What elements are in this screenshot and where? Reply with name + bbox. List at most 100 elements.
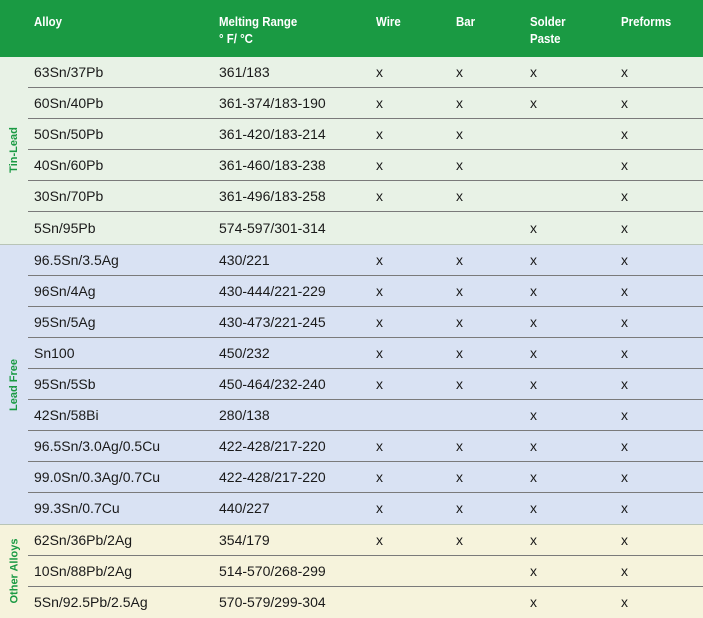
cell-bar: x xyxy=(456,438,463,455)
cell-wire: x xyxy=(376,157,383,174)
cell-alloy: 96.5Sn/3.5Ag xyxy=(34,251,119,268)
cell-alloy: 96.5Sn/3.0Ag/0.5Cu xyxy=(34,438,161,455)
cell-solder-paste: x xyxy=(530,531,537,548)
cell-bar: x xyxy=(456,157,463,174)
table-row: 95Sn/5Sb 450-464/232-240 x x x x xyxy=(28,369,703,400)
cell-alloy: 63Sn/37Pb xyxy=(34,64,104,80)
cell-preforms: x xyxy=(621,344,628,361)
cell-wire: x xyxy=(376,95,383,112)
cell-bar: x xyxy=(456,188,463,205)
cell-alloy: 10Sn/88Pb/2Ag xyxy=(34,562,133,579)
table-row: 30Sn/70Pb 361-496/183-258 x x x xyxy=(28,181,703,213)
cell-alloy: 60Sn/40Pb xyxy=(34,95,104,112)
cell-preforms: x xyxy=(621,251,628,268)
cell-melting-range: 430-473/221-245 xyxy=(219,313,326,330)
cell-alloy: 95Sn/5Ag xyxy=(34,313,96,330)
cell-preforms: x xyxy=(621,282,628,299)
cell-wire: x xyxy=(376,64,383,80)
table-row: 95Sn/5Ag 430-473/221-245 x x x x xyxy=(28,307,703,338)
header-bar: Bar xyxy=(456,14,476,29)
cell-preforms: x xyxy=(621,64,628,80)
cell-preforms: x xyxy=(621,531,628,548)
solder-alloy-table: Alloy Melting Range ° F/ °C Wire Bar Sol… xyxy=(0,0,703,618)
cell-wire: x xyxy=(376,375,383,392)
cell-alloy: 99.0Sn/0.3Ag/0.7Cu xyxy=(34,469,161,486)
cell-alloy: 30Sn/70Pb xyxy=(34,188,104,205)
cell-solder-paste: x xyxy=(530,407,537,424)
table-row: 10Sn/88Pb/2Ag 514-570/268-299 x x xyxy=(28,556,703,587)
cell-alloy: 40Sn/60Pb xyxy=(34,157,104,174)
section-label: Lead Free xyxy=(0,245,28,525)
cell-melting-range: 574-597/301-314 xyxy=(219,219,326,236)
section-label-text: Lead Free xyxy=(8,358,20,411)
cell-preforms: x xyxy=(621,500,628,517)
cell-wire: x xyxy=(376,188,383,205)
cell-preforms: x xyxy=(621,157,628,174)
cell-melting-range: 450/232 xyxy=(219,344,270,361)
cell-preforms: x xyxy=(621,469,628,486)
cell-melting-range: 570-579/299-304 xyxy=(219,593,326,610)
cell-preforms: x xyxy=(621,126,628,143)
table-row: 50Sn/50Pb 361-420/183-214 x x x xyxy=(28,119,703,151)
cell-solder-paste: x xyxy=(530,438,537,455)
cell-wire: x xyxy=(376,469,383,486)
cell-bar: x xyxy=(456,251,463,268)
cell-wire: x xyxy=(376,251,383,268)
cell-bar: x xyxy=(456,500,463,517)
cell-alloy: 5Sn/92.5Pb/2.5Ag xyxy=(34,593,148,610)
cell-preforms: x xyxy=(621,219,628,236)
cell-melting-range: 514-570/268-299 xyxy=(219,562,326,579)
cell-bar: x xyxy=(456,126,463,143)
table-header: Alloy Melting Range ° F/ °C Wire Bar Sol… xyxy=(0,0,703,57)
cell-preforms: x xyxy=(621,95,628,112)
table-row: 99.3Sn/0.7Cu 440/227 x x x x xyxy=(28,493,703,524)
cell-melting-range: 354/179 xyxy=(219,531,270,548)
cell-wire: x xyxy=(376,282,383,299)
cell-bar: x xyxy=(456,64,463,80)
cell-alloy: 95Sn/5Sb xyxy=(34,375,96,392)
cell-melting-range: 361-420/183-214 xyxy=(219,126,326,143)
table-row: 5Sn/92.5Pb/2.5Ag 570-579/299-304 x x xyxy=(28,587,703,618)
cell-wire: x xyxy=(376,126,383,143)
cell-preforms: x xyxy=(621,438,628,455)
cell-solder-paste: x xyxy=(530,219,537,236)
cell-wire: x xyxy=(376,531,383,548)
cell-bar: x xyxy=(456,375,463,392)
cell-alloy: 42Sn/58Bi xyxy=(34,407,99,424)
cell-solder-paste: x xyxy=(530,469,537,486)
table-row: 40Sn/60Pb 361-460/183-238 x x x xyxy=(28,150,703,182)
section-other-alloys: Other Alloys 62Sn/36Pb/2Ag 354/179 x x x x 10Sn… xyxy=(0,523,703,618)
section-label-text: Other Alloys xyxy=(8,538,20,604)
cell-melting-range: 422-428/217-220 xyxy=(219,469,326,486)
cell-solder-paste: x xyxy=(530,251,537,268)
section-lead-free: Lead Free 96.5Sn/3.5Ag 430/221 x x x x 96Sn/4Ag… xyxy=(0,243,703,525)
table-row: 62Sn/36Pb/2Ag 354/179 x x x x xyxy=(28,525,703,556)
header-wire: Wire xyxy=(376,14,401,29)
cell-bar: x xyxy=(456,95,463,112)
cell-melting-range: 422-428/217-220 xyxy=(219,438,326,455)
cell-melting-range: 430/221 xyxy=(219,251,270,268)
table-row: 96Sn/4Ag 430-444/221-229 x x x x xyxy=(28,276,703,307)
table-row: 5Sn/95Pb 574-597/301-314 x x xyxy=(28,213,703,244)
cell-melting-range: 280/138 xyxy=(219,407,270,424)
cell-solder-paste: x xyxy=(530,500,537,517)
cell-solder-paste: x xyxy=(530,313,537,330)
cell-wire: x xyxy=(376,438,383,455)
cell-wire: x xyxy=(376,313,383,330)
cell-solder-paste: x xyxy=(530,375,537,392)
cell-melting-range: 361-374/183-190 xyxy=(219,95,326,112)
table-row: 96.5Sn/3.0Ag/0.5Cu 422-428/217-220 x x x x xyxy=(28,431,703,463)
section-label-text: Tin-Lead xyxy=(8,127,21,174)
table-row: 42Sn/58Bi 280/138 x x xyxy=(28,400,703,432)
table-row: 63Sn/37Pb 361/183 x x x x xyxy=(28,57,703,88)
cell-solder-paste: x xyxy=(530,593,537,610)
cell-solder-paste: x xyxy=(530,344,537,361)
cell-melting-range: 440/227 xyxy=(219,500,270,517)
cell-melting-range: 450-464/232-240 xyxy=(219,375,326,392)
cell-preforms: x xyxy=(621,593,628,610)
cell-bar: x xyxy=(456,344,463,361)
cell-alloy: 62Sn/36Pb/2Ag xyxy=(34,531,133,548)
cell-alloy: 5Sn/95Pb xyxy=(34,219,96,236)
cell-alloy: 96Sn/4Ag xyxy=(34,282,96,299)
cell-melting-range: 430-444/221-229 xyxy=(219,282,326,299)
